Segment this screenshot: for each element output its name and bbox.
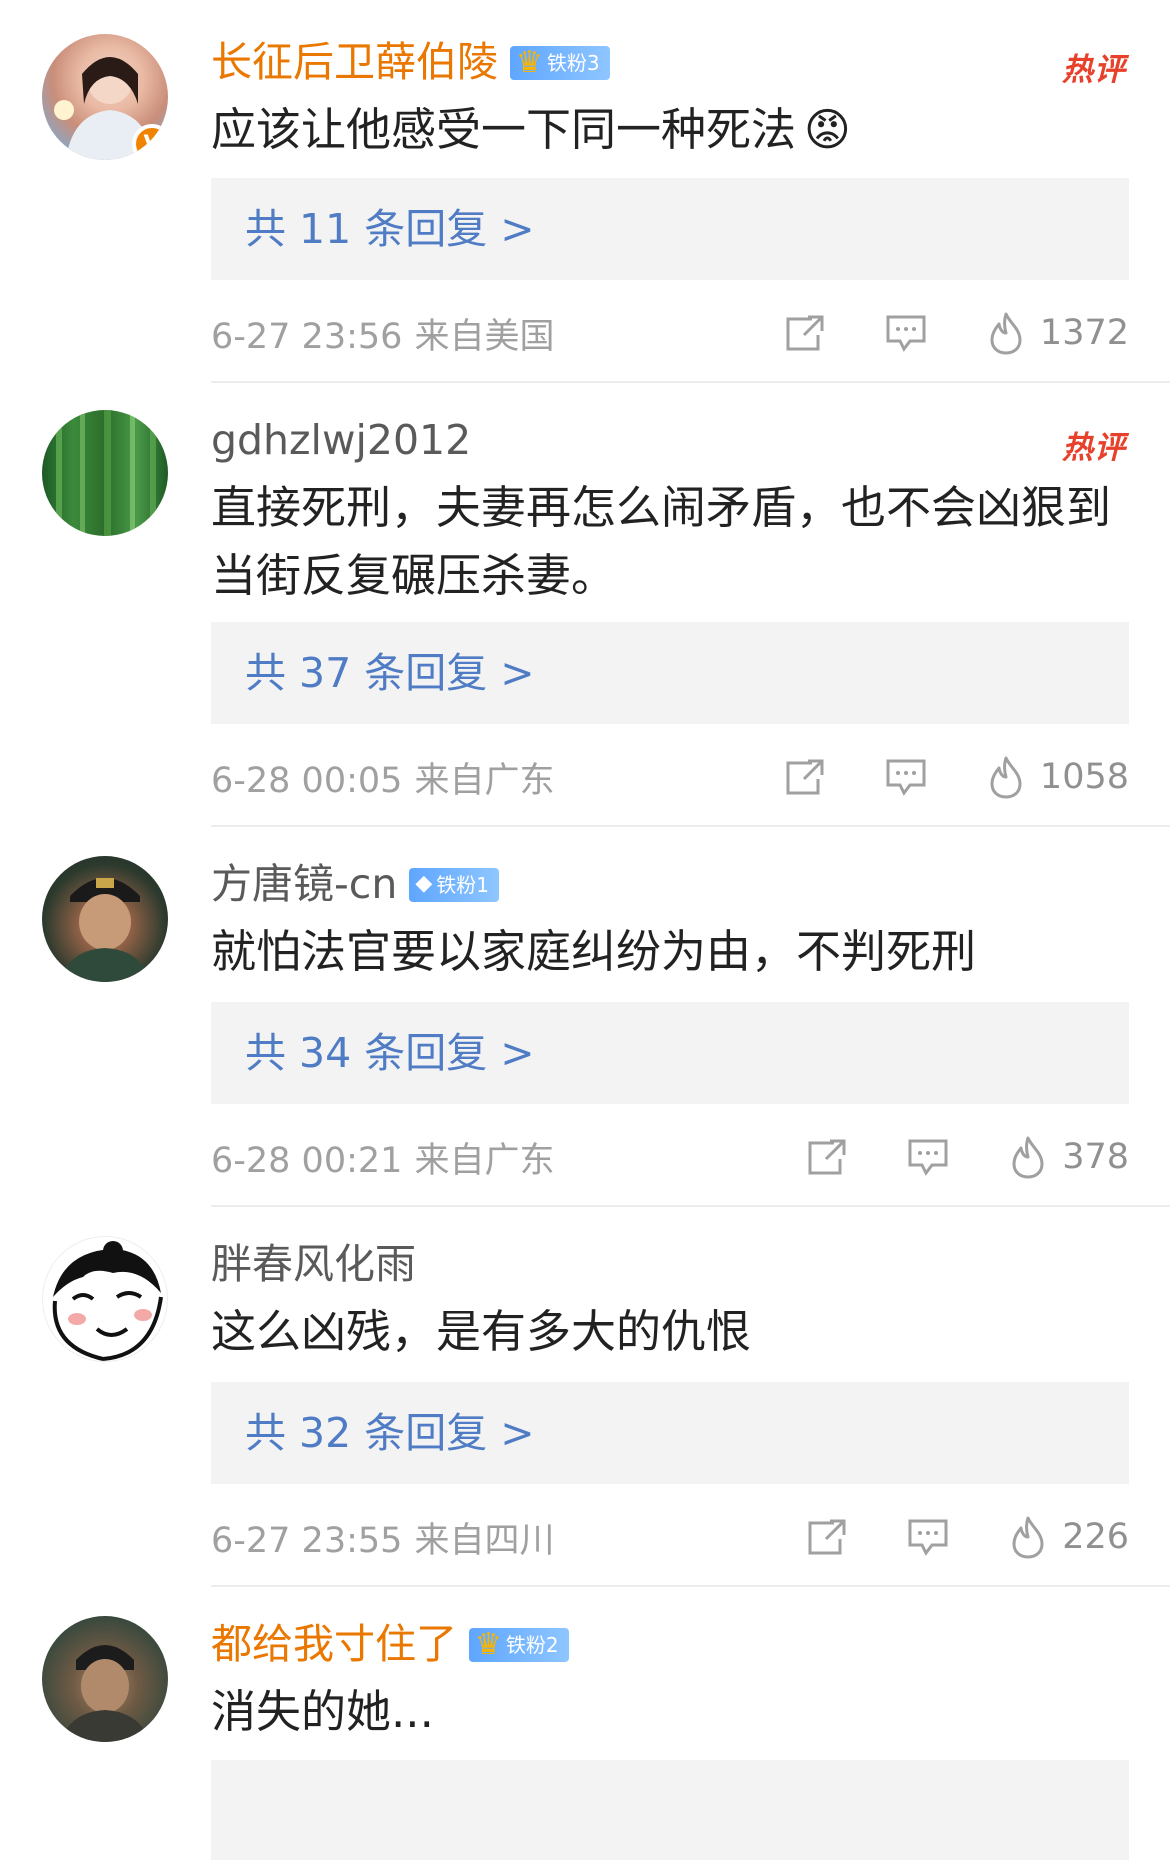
comment-date: 6-28 00:21: [211, 1141, 403, 1181]
crown-icon: ♛: [516, 44, 543, 80]
fan-badge[interactable]: ◆ 铁粉1: [409, 867, 499, 902]
comment-location: 来自四川: [414, 1521, 555, 1561]
avatar[interactable]: [42, 1236, 168, 1362]
cartoon-face-avatar-icon: [52, 1241, 163, 1361]
comment-text: 这么凶残，是有多大的仇恨: [211, 1305, 752, 1358]
comment-text: 就怕法官要以家庭纠纷为由，不判死刑: [211, 925, 977, 978]
comment-text: 消失的她...: [211, 1685, 434, 1738]
comment-icon[interactable]: [906, 1137, 950, 1177]
bamboo-avatar-icon: [56, 410, 156, 536]
flame-icon: [990, 312, 1022, 355]
avatar-image: V: [42, 34, 168, 160]
avatar[interactable]: [42, 856, 168, 982]
verified-badge-icon: V: [132, 124, 168, 160]
divider: [211, 825, 1170, 827]
diamond-icon: ◆: [415, 871, 433, 897]
comment-icon[interactable]: [906, 1517, 950, 1557]
share-icon[interactable]: [804, 1137, 848, 1177]
avatar[interactable]: V: [42, 34, 172, 164]
like-count: 226: [1062, 1517, 1129, 1557]
comment-text: 直接死刑，夫妻再怎么闹矛盾，也不会凶狠到当街反复碾压杀妻。: [211, 481, 1112, 602]
username[interactable]: 胖春风化雨: [211, 1240, 416, 1289]
like-button[interactable]: 1372: [986, 311, 1129, 355]
divider: [211, 381, 1170, 383]
username[interactable]: 都给我寸住了: [211, 1620, 457, 1669]
divider: [211, 1585, 1170, 1587]
like-button[interactable]: 1058: [986, 755, 1129, 799]
like-button[interactable]: 378: [1008, 1135, 1129, 1179]
share-icon[interactable]: [782, 313, 826, 353]
share-icon[interactable]: [782, 757, 826, 797]
comment-date: 6-27 23:56: [211, 317, 403, 357]
comment-meta: 6-28 00:21 来自广东 378: [211, 1132, 1129, 1182]
comment-meta: 6-28 00:05 来自广东 1058: [211, 752, 1129, 802]
comment-location: 来自广东: [414, 1141, 555, 1181]
comment-location: 来自美国: [414, 317, 555, 357]
hot-comment-tag: 热评: [1062, 52, 1126, 88]
media-placeholder[interactable]: [211, 1760, 1129, 1860]
crown-icon: ♛: [475, 1626, 502, 1662]
like-count: 1058: [1039, 757, 1129, 797]
replies-link[interactable]: 共 32 条回复 >: [211, 1382, 1129, 1484]
like-count: 378: [1062, 1137, 1129, 1177]
comment-location: 来自广东: [414, 761, 555, 801]
fan-badge[interactable]: ♛ 铁粉2: [469, 1626, 569, 1662]
comment-text: 应该让他感受一下同一种死法 😡: [211, 103, 851, 156]
person-avatar-icon: [60, 878, 150, 982]
username[interactable]: 方唐镜-cn: [211, 860, 397, 909]
comment-date: 6-28 00:05: [211, 761, 403, 801]
comment-meta: 6-27 23:56 来自美国 1372: [211, 308, 1129, 358]
angry-emoji-icon: 😡: [804, 103, 851, 156]
person-avatar-icon: [60, 1645, 150, 1742]
avatar[interactable]: [42, 410, 168, 536]
flame-icon: [1012, 1136, 1044, 1179]
share-icon[interactable]: [804, 1517, 848, 1557]
flame-icon: [990, 756, 1022, 799]
replies-link[interactable]: 共 11 条回复 >: [211, 178, 1129, 280]
flame-icon: [1012, 1516, 1044, 1559]
divider: [211, 1205, 1170, 1207]
comment-date: 6-27 23:55: [211, 1521, 403, 1561]
avatar[interactable]: [42, 1616, 168, 1742]
comment-icon[interactable]: [884, 313, 928, 353]
comment-icon[interactable]: [884, 757, 928, 797]
comment-meta: 6-27 23:55 来自四川 226: [211, 1512, 1129, 1562]
username[interactable]: 长征后卫薛伯陵: [211, 38, 498, 87]
like-count: 1372: [1039, 313, 1129, 353]
username[interactable]: gdhzlwj2012: [211, 416, 471, 465]
fan-badge[interactable]: ♛ 铁粉3: [510, 44, 610, 80]
like-button[interactable]: 226: [1008, 1515, 1129, 1559]
replies-link[interactable]: 共 34 条回复 >: [211, 1002, 1129, 1104]
replies-link[interactable]: 共 37 条回复 >: [211, 622, 1129, 724]
hot-comment-tag: 热评: [1062, 430, 1126, 466]
